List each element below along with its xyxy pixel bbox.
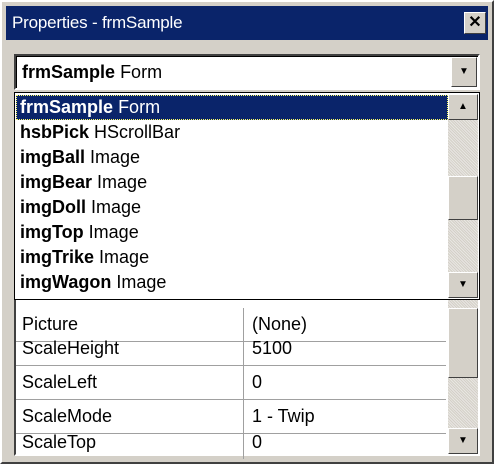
object-type: Image: [88, 222, 139, 242]
object-list-item[interactable]: hsbPick HScrollBar: [16, 120, 448, 145]
scrollbar-thumb[interactable]: [448, 308, 478, 378]
property-name: ScaleLeft: [22, 366, 244, 399]
property-value[interactable]: 5100: [252, 332, 292, 365]
object-list-item[interactable]: imgDoll Image: [16, 195, 448, 220]
scroll-down-button[interactable]: ▼: [448, 272, 478, 298]
object-type: Image: [90, 147, 141, 167]
chevron-down-icon: ▼: [459, 66, 469, 77]
object-combo-dropdown-button[interactable]: ▼: [451, 57, 477, 87]
close-icon: ✕: [468, 14, 482, 31]
object-combo-type: Form: [120, 62, 163, 82]
property-row[interactable]: ScaleTop 0: [16, 426, 446, 460]
object-type: Image: [99, 247, 150, 267]
object-type: HScrollBar: [94, 122, 181, 142]
object-name: imgTop: [20, 222, 84, 242]
object-list-item[interactable]: imgTrike Image: [16, 245, 448, 270]
object-name: imgBear: [20, 172, 93, 192]
object-type: Image: [116, 272, 167, 292]
property-value[interactable]: 0: [252, 366, 262, 399]
chevron-up-icon: ▲: [458, 101, 468, 112]
chevron-down-icon: ▼: [458, 279, 468, 290]
window-title: Properties - frmSample: [12, 13, 183, 32]
property-row[interactable]: ScaleHeight 5100: [16, 332, 446, 366]
object-list-item[interactable]: frmSample Form: [16, 95, 448, 120]
object-name: imgDoll: [20, 197, 86, 217]
object-type: Image: [97, 172, 148, 192]
close-button[interactable]: ✕: [464, 12, 486, 34]
object-list-scrollbar[interactable]: ▲ ▼: [448, 94, 478, 298]
object-list-item[interactable]: imgTop Image: [16, 220, 448, 245]
object-combo[interactable]: frmSample Form ▼: [14, 54, 480, 90]
object-combo-name: frmSample: [22, 62, 116, 82]
title-bar[interactable]: Properties - frmSample ✕: [6, 6, 488, 40]
scrollbar-thumb[interactable]: [448, 176, 478, 220]
object-name: imgWagon: [20, 272, 112, 292]
object-type: Form: [118, 97, 161, 117]
scroll-down-button[interactable]: ▼: [448, 428, 478, 454]
property-name: ScaleTop: [22, 426, 244, 459]
property-name: ScaleHeight: [22, 332, 244, 365]
object-combo-value: frmSample Form: [22, 56, 162, 88]
object-name: frmSample: [20, 97, 114, 117]
object-name: imgBall: [20, 147, 86, 167]
object-list-item[interactable]: imgBear Image: [16, 170, 448, 195]
object-name: hsbPick: [20, 122, 90, 142]
object-dropdown-list: frmSample Form hsbPick HScrollBar imgBal…: [14, 92, 480, 300]
object-list-item[interactable]: imgWagon Image: [16, 270, 448, 295]
object-name: imgTrike: [20, 247, 95, 267]
chevron-down-icon: ▼: [458, 435, 468, 446]
scroll-up-button[interactable]: ▲: [448, 94, 478, 120]
property-value[interactable]: 0: [252, 426, 262, 459]
object-type: Image: [91, 197, 142, 217]
property-row[interactable]: ScaleLeft 0: [16, 366, 446, 400]
object-list-item[interactable]: imgBall Image: [16, 145, 448, 170]
